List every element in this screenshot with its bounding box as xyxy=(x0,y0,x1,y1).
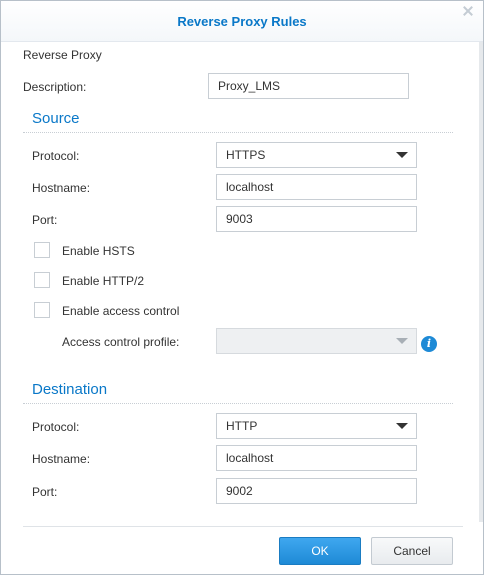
enable-access-control-checkbox[interactable] xyxy=(34,302,50,318)
reverse-proxy-heading: Reverse Proxy xyxy=(23,48,102,62)
destination-divider xyxy=(23,403,453,404)
enable-hsts-checkbox[interactable] xyxy=(34,242,50,258)
reverse-proxy-dialog: Reverse Proxy Rules Reverse Proxy Descri… xyxy=(0,0,484,575)
enable-access-control-label: Enable access control xyxy=(62,304,180,318)
access-control-profile-select[interactable] xyxy=(216,328,417,354)
destination-port-input[interactable]: 9002 xyxy=(216,478,417,504)
footer-divider xyxy=(23,526,463,527)
scrollbar[interactable] xyxy=(479,42,483,522)
source-port-label: Port: xyxy=(32,213,58,227)
chevron-down-icon xyxy=(396,152,408,158)
destination-hostname-label: Hostname: xyxy=(32,452,91,466)
destination-hostname-input[interactable]: localhost xyxy=(216,445,417,471)
close-icon[interactable] xyxy=(459,5,477,17)
info-icon[interactable]: i xyxy=(421,336,437,352)
source-divider xyxy=(23,132,453,133)
source-hostname-label: Hostname: xyxy=(32,181,91,195)
dialog-title-bar: Reverse Proxy Rules xyxy=(1,1,483,42)
access-control-profile-label: Access control profile: xyxy=(62,335,180,349)
destination-protocol-value: HTTP xyxy=(226,419,258,433)
source-protocol-select[interactable]: HTTPS xyxy=(216,142,417,168)
source-protocol-label: Protocol: xyxy=(32,149,80,163)
enable-hsts-label: Enable HSTS xyxy=(62,244,135,258)
source-protocol-value: HTTPS xyxy=(226,148,266,162)
destination-section-title: Destination xyxy=(32,381,108,398)
dialog-title: Reverse Proxy Rules xyxy=(177,14,307,29)
enable-http2-checkbox[interactable] xyxy=(34,272,50,288)
chevron-down-icon xyxy=(396,338,408,344)
destination-protocol-label: Protocol: xyxy=(32,420,80,434)
enable-http2-label: Enable HTTP/2 xyxy=(62,274,145,288)
destination-port-label: Port: xyxy=(32,485,58,499)
description-input[interactable]: Proxy_LMS xyxy=(208,73,409,99)
cancel-button[interactable]: Cancel xyxy=(371,537,453,565)
description-label: Description: xyxy=(23,80,87,94)
destination-protocol-select[interactable]: HTTP xyxy=(216,413,417,439)
chevron-down-icon xyxy=(396,423,408,429)
source-hostname-input[interactable]: localhost xyxy=(216,174,417,200)
source-section-title: Source xyxy=(32,110,80,127)
source-port-input[interactable]: 9003 xyxy=(216,206,417,232)
ok-button[interactable]: OK xyxy=(279,537,361,565)
